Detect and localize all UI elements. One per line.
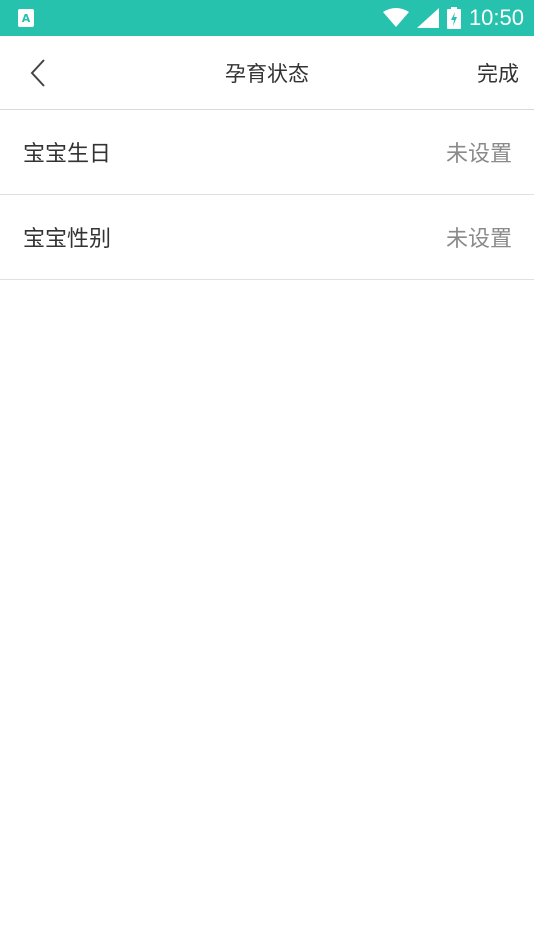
baby-birthday-row[interactable]: 宝宝生日 未设置 [0, 110, 534, 195]
app-icon-letter: A [21, 11, 31, 25]
row-label: 宝宝性别 [23, 227, 112, 252]
done-button[interactable]: 完成 [477, 58, 519, 88]
status-left: A [18, 9, 34, 27]
page-title: 孕育状态 [225, 61, 309, 86]
row-label: 宝宝生日 [23, 142, 112, 167]
settings-list: 宝宝生日 未设置 宝宝性别 未设置 [0, 110, 534, 280]
back-button[interactable] [18, 53, 58, 93]
app-notification-icon: A [18, 9, 34, 27]
row-value: 未设置 [445, 142, 512, 167]
row-value: 未设置 [445, 227, 512, 252]
baby-gender-row[interactable]: 宝宝性别 未设置 [0, 195, 534, 280]
status-bar: A 10:50 [0, 0, 534, 36]
status-time: 10:50 [468, 5, 524, 30]
signal-icon [416, 8, 439, 28]
chevron-left-icon [30, 58, 45, 87]
nav-bar: 孕育状态 完成 [0, 36, 534, 110]
status-right: 10:50 [382, 5, 524, 31]
battery-charging-icon [446, 7, 461, 29]
wifi-icon [382, 8, 409, 27]
